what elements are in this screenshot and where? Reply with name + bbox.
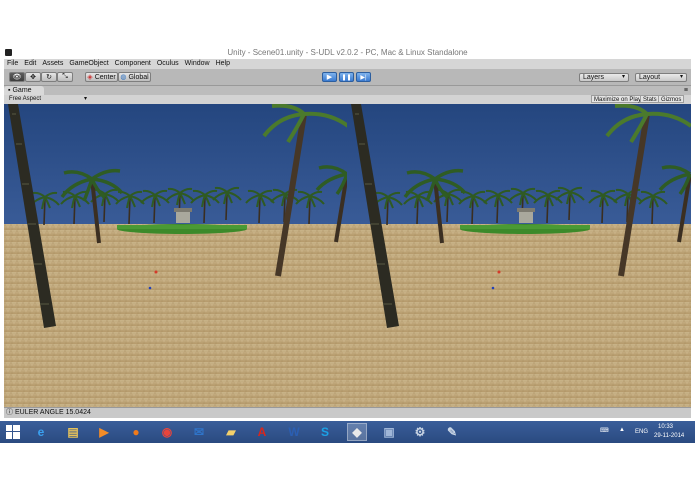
game-tab-icon: ▪	[8, 87, 11, 94]
firefox-icon: ●	[132, 425, 140, 439]
move-tool-button[interactable]: ✥	[25, 72, 41, 82]
layers-label: Layers	[583, 74, 605, 81]
ie-icon: e	[37, 425, 45, 439]
unity-taskbar-button[interactable]: ◆	[347, 423, 367, 441]
menu-edit[interactable]: Edit	[21, 59, 39, 69]
menu-component[interactable]: Component	[112, 59, 154, 69]
media-player-taskbar-button[interactable]: ▶	[94, 423, 114, 441]
status-text: EULER ANGLE 15.0424	[15, 409, 91, 416]
game-tab-label: Game	[12, 87, 32, 94]
space-label: Global	[128, 73, 149, 81]
pause-button[interactable]: ❚❚	[339, 72, 354, 82]
tools-icon: ✎	[446, 425, 458, 439]
media-player-icon: ▶	[99, 425, 109, 439]
monitor-taskbar-button[interactable]: ▣	[379, 423, 399, 441]
eye-icon: 👁	[12, 74, 22, 81]
left-eye-view	[4, 104, 348, 407]
monitor-icon: ▣	[383, 425, 395, 439]
play-icon: ▶	[326, 74, 333, 81]
folder-icon: ▰	[226, 425, 236, 439]
acrobat-icon: A	[257, 425, 267, 439]
panel-menu-icon[interactable]: ≡	[684, 86, 688, 95]
stats-toggle[interactable]: Stats	[640, 95, 660, 103]
layout-label: Layout	[639, 74, 661, 81]
menu-assets[interactable]: Assets	[39, 59, 66, 69]
mail-icon: ✉	[193, 425, 205, 439]
view-tool-button[interactable]: 👁	[9, 72, 25, 82]
pivot-icon: ◈	[87, 74, 93, 81]
folder-taskbar-button[interactable]: ▰	[221, 423, 241, 441]
status-bar: ⓘ EULER ANGLE 15.0424	[4, 407, 691, 418]
window-title-bar: Unity - Scene01.unity - S-UDL v2.0.2 - P…	[0, 48, 695, 59]
menu-help[interactable]: Help	[213, 59, 233, 69]
menu-bar: File Edit Assets GameObject Component Oculus W…	[4, 59, 691, 70]
language-indicator[interactable]: ENG	[635, 429, 648, 435]
windows-logo-icon	[6, 425, 20, 439]
play-button[interactable]: ▶	[322, 72, 337, 82]
layout-dropdown[interactable]: Layout ▾	[635, 73, 687, 82]
rotate-icon: ↻	[46, 74, 52, 81]
rotate-tool-button[interactable]: ↻	[41, 72, 57, 82]
right-eye-view	[347, 104, 691, 407]
skype-taskbar-button[interactable]: S	[315, 423, 335, 441]
step-button[interactable]: ▶|	[356, 72, 371, 82]
gizmos-dropdown[interactable]: Gizmos	[658, 95, 685, 103]
show-hidden-icons[interactable]: ▲	[619, 427, 625, 433]
layers-dropdown[interactable]: Layers ▾	[579, 73, 629, 82]
pivot-label: Center	[94, 73, 116, 81]
scale-tool-button[interactable]: ⤡	[57, 72, 73, 82]
move-icon: ✥	[30, 74, 36, 81]
mail-taskbar-button[interactable]: ✉	[189, 423, 209, 441]
settings-taskbar-button[interactable]: ⚙	[410, 423, 430, 441]
acrobat-taskbar-button[interactable]: A	[252, 423, 272, 441]
explorer-icon: ▤	[67, 425, 79, 439]
game-viewport[interactable]	[4, 104, 691, 407]
tools-taskbar-button[interactable]: ✎	[442, 423, 462, 441]
maximize-on-play-toggle[interactable]: Maximize on Play	[591, 95, 645, 103]
caret-down-icon: ▾	[679, 74, 683, 80]
caret-down-icon: ▾	[621, 74, 625, 80]
word-icon: W	[288, 425, 300, 439]
menu-oculus[interactable]: Oculus	[154, 59, 182, 69]
clock-time[interactable]: 10:33	[658, 424, 673, 430]
window-title: Unity - Scene01.unity - S-UDL v2.0.2 - P…	[227, 48, 468, 57]
pivot-center-button[interactable]: ◈ Center	[85, 72, 118, 82]
scale-icon: ⤡	[62, 73, 68, 80]
menu-window[interactable]: Window	[182, 59, 213, 69]
chrome-icon: ◉	[161, 425, 173, 439]
keyboard-icon[interactable]: ⌨	[600, 427, 609, 434]
tab-game[interactable]: ▪ Game	[4, 86, 44, 95]
explorer-taskbar-button[interactable]: ▤	[63, 423, 83, 441]
chrome-taskbar-button[interactable]: ◉	[157, 423, 177, 441]
space-global-button[interactable]: ◍ Global	[118, 72, 151, 82]
skype-icon: S	[320, 425, 329, 439]
firefox-taskbar-button[interactable]: ●	[126, 423, 146, 441]
pause-icon: ❚❚	[341, 74, 352, 81]
game-tab-bar: ≡	[4, 86, 691, 95]
stereo-scene	[4, 104, 691, 407]
menu-gameobject[interactable]: GameObject	[66, 59, 111, 69]
start-button[interactable]	[3, 423, 23, 441]
windows-taskbar: e ▤ ▶ ● ◉ ✉ ▰ A W S ◆ ▣ ⚙ ✎ ⌨ ▲ ENG 10:33 29-11-2014	[0, 421, 695, 443]
unity-icon: ◆	[352, 425, 362, 439]
globe-icon: ◍	[120, 74, 127, 81]
word-taskbar-button[interactable]: W	[284, 423, 304, 441]
settings-icon: ⚙	[414, 425, 426, 439]
ie-taskbar-button[interactable]: e	[31, 423, 51, 441]
menu-file[interactable]: File	[4, 59, 21, 69]
step-icon: ▶|	[360, 74, 367, 81]
info-icon: ⓘ	[6, 409, 13, 416]
aspect-dropdown[interactable]: Free Aspect	[9, 95, 41, 104]
main-toolbar: 👁 ✥ ↻ ⤡ ◈ Center ◍ Global ▶ ❚❚ ▶| Layers ▾ …	[4, 70, 691, 86]
clock-date[interactable]: 29-11-2014	[654, 433, 684, 439]
caret-down-icon: ▾	[84, 96, 88, 102]
